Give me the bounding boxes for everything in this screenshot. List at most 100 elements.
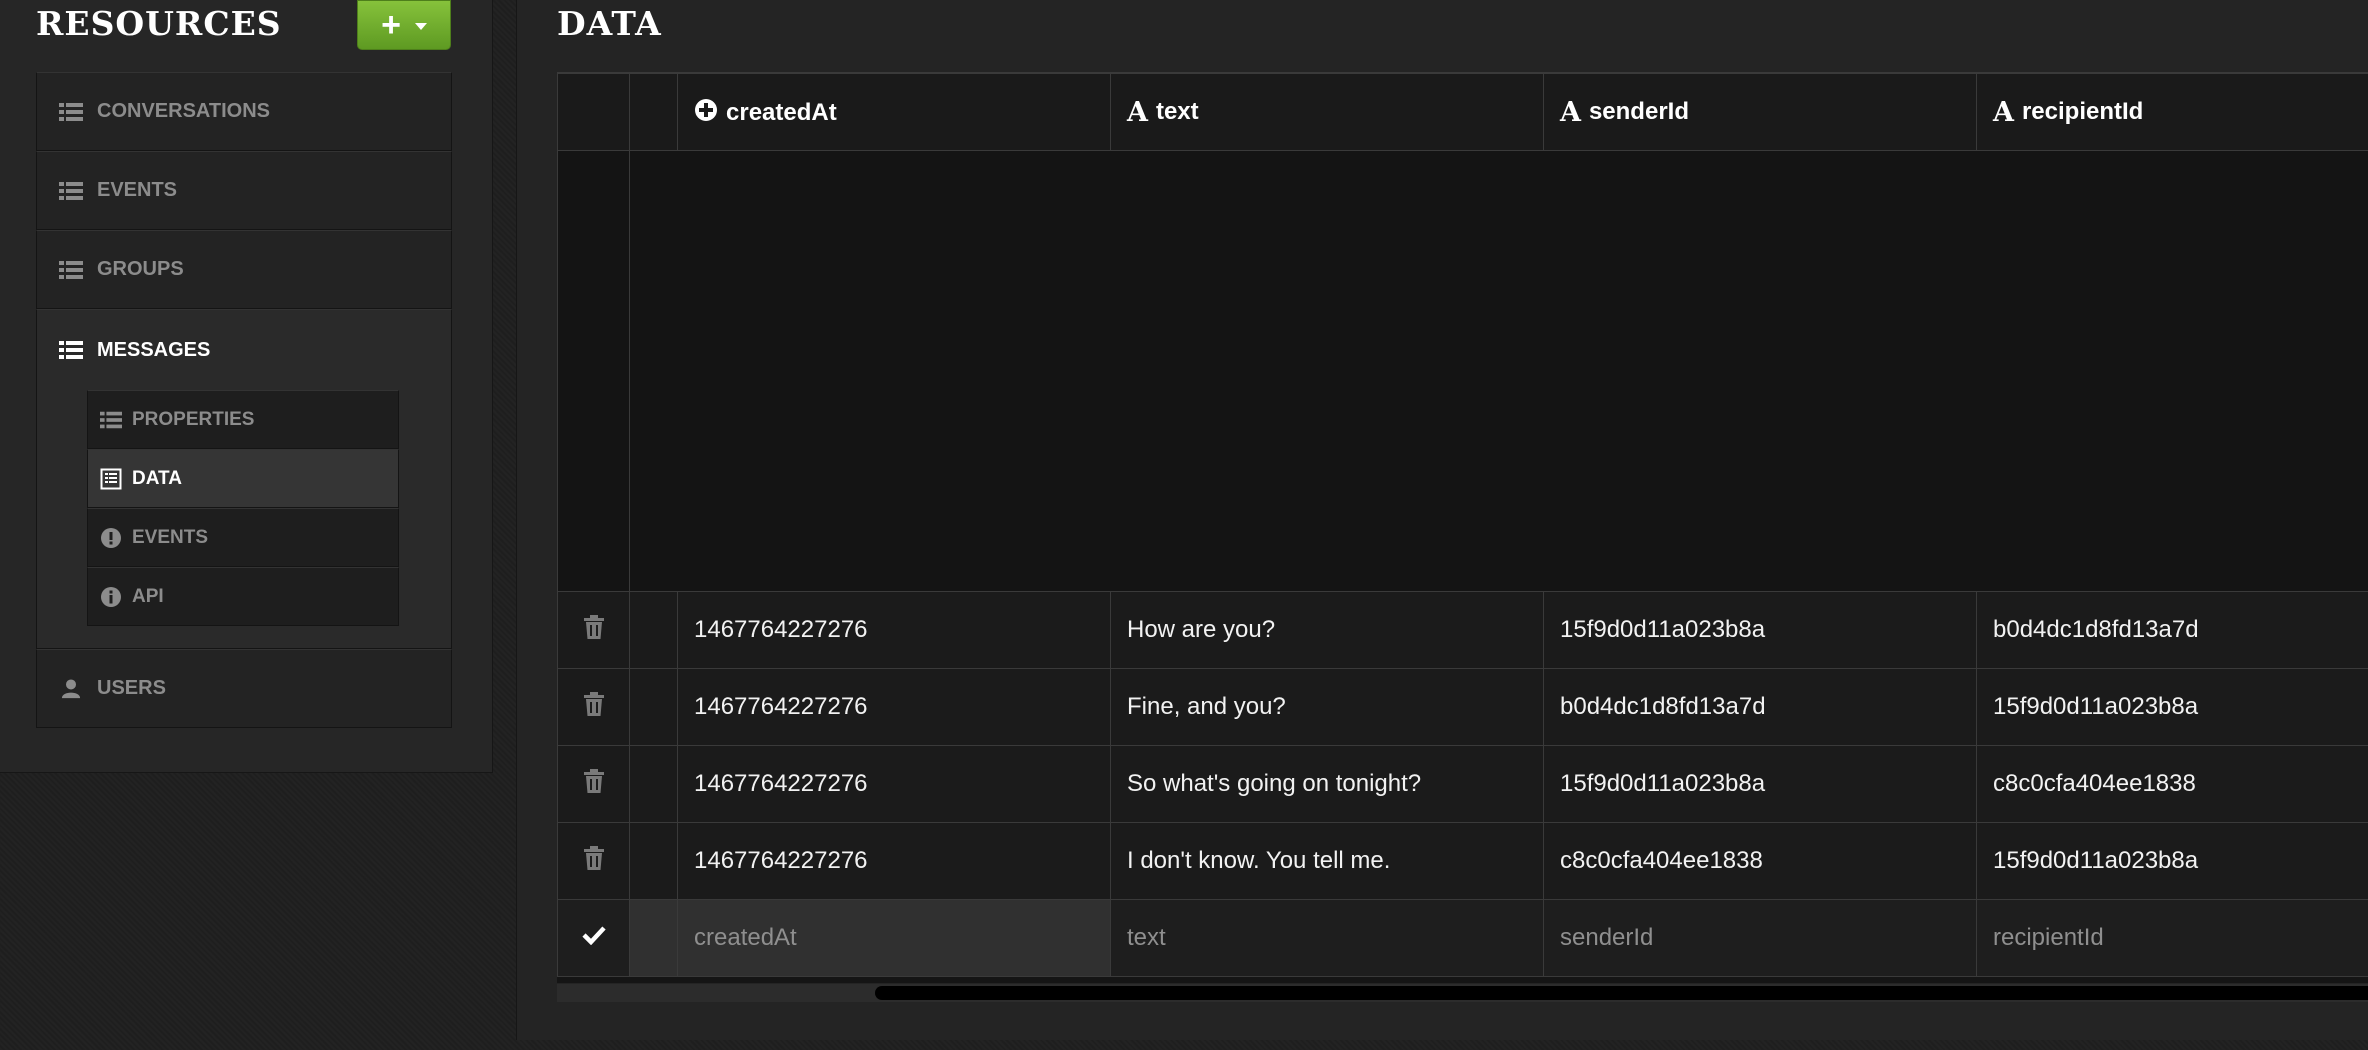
column-header-senderid[interactable]: AsenderId	[1543, 73, 1977, 151]
cell-createdat[interactable]: 1467764227276	[677, 591, 1111, 669]
column-label: text	[1155, 97, 1199, 125]
cell-recipientid[interactable]: b0d4dc1d8fd13a7d	[1976, 591, 2368, 669]
submenu-item-api[interactable]: API	[87, 567, 399, 626]
list-icon	[100, 411, 122, 428]
row-spacer	[629, 899, 678, 977]
column-header-text[interactable]: Atext	[1110, 73, 1544, 151]
table-row[interactable]: 1467764227276 How are you? 15f9d0d11a023…	[557, 591, 2368, 669]
submenu-item-data[interactable]: DATA	[87, 449, 399, 508]
cell-senderid[interactable]: c8c0cfa404ee1838	[1543, 822, 1977, 900]
empty-cell	[557, 150, 630, 592]
cell-text[interactable]: So what's going on tonight?	[1110, 745, 1544, 823]
resource-list: CONVERSATIONS EVENTS GROUPS MESSAGES PRO…	[36, 72, 452, 728]
resource-messages-header[interactable]: MESSAGES	[37, 310, 451, 390]
table-row[interactable]: 1467764227276 I don't know. You tell me.…	[557, 822, 2368, 900]
column-label: createdAt	[726, 98, 837, 126]
row-spacer	[629, 745, 678, 823]
checkmark-icon	[581, 926, 606, 946]
messages-submenu: PROPERTIES DATA EVENTS API	[87, 390, 399, 626]
list-icon	[59, 102, 83, 121]
column-header-createdat[interactable]: createdAt	[677, 73, 1111, 151]
cell-text[interactable]: Fine, and you?	[1110, 668, 1544, 746]
plus-circle-icon	[695, 98, 717, 121]
main-panel: DATA createdAt Atext AsenderId Arecipien	[516, 0, 2368, 1040]
cell-senderid[interactable]: 15f9d0d11a023b8a	[1543, 745, 1977, 823]
row-spacer	[629, 822, 678, 900]
user-icon	[61, 678, 81, 698]
row-spacer	[629, 591, 678, 669]
row-spacer	[629, 668, 678, 746]
table-row[interactable]: 1467764227276 Fine, and you? b0d4dc1d8fd…	[557, 668, 2368, 746]
resource-label: EVENTS	[97, 179, 178, 201]
resource-item-users[interactable]: USERS	[36, 649, 452, 728]
submenu-item-events[interactable]: EVENTS	[87, 508, 399, 567]
resource-item-events[interactable]: EVENTS	[36, 151, 452, 230]
info-circle-icon	[101, 586, 121, 607]
new-text-input[interactable]: text	[1110, 899, 1544, 977]
scrollbar-thumb[interactable]	[875, 986, 2368, 1000]
cell-createdat[interactable]: 1467764227276	[677, 668, 1111, 746]
delete-row-button[interactable]	[557, 745, 630, 823]
data-table: createdAt Atext AsenderId ArecipientId 1…	[557, 73, 2368, 977]
add-resource-button[interactable]: +	[357, 0, 451, 50]
trash-icon	[583, 768, 604, 793]
text-type-icon: A	[1993, 96, 2014, 128]
cell-createdat[interactable]: 1467764227276	[677, 745, 1111, 823]
resource-label: GROUPS	[97, 258, 184, 280]
resource-item-conversations[interactable]: CONVERSATIONS	[36, 72, 452, 151]
new-row: createdAt text senderId recipientId	[557, 899, 2368, 977]
text-type-icon: A	[1560, 96, 1581, 128]
cell-senderid[interactable]: 15f9d0d11a023b8a	[1543, 591, 1977, 669]
trash-icon	[583, 614, 604, 639]
cell-recipientid[interactable]: 15f9d0d11a023b8a	[1976, 822, 2368, 900]
new-recipientid-input[interactable]: recipientId	[1976, 899, 2368, 977]
cell-text[interactable]: I don't know. You tell me.	[1110, 822, 1544, 900]
cell-recipientid[interactable]: c8c0cfa404ee1838	[1976, 745, 2368, 823]
exclamation-circle-icon	[101, 527, 121, 548]
trash-icon	[583, 691, 604, 716]
save-row-button[interactable]	[557, 899, 630, 977]
cell-recipientid[interactable]: 15f9d0d11a023b8a	[1976, 668, 2368, 746]
caret-down-icon	[414, 22, 427, 30]
submenu-label: EVENTS	[132, 526, 209, 548]
page-title: DATA	[557, 4, 662, 43]
column-label: recipientId	[2021, 97, 2144, 125]
horizontal-scrollbar[interactable]	[557, 984, 2368, 1002]
table-row[interactable]: 1467764227276 So what's going on tonight…	[557, 745, 2368, 823]
cell-createdat[interactable]: 1467764227276	[677, 822, 1111, 900]
resource-label: CONVERSATIONS	[97, 100, 270, 122]
delete-row-button[interactable]	[557, 668, 630, 746]
list-icon	[59, 341, 83, 359]
submenu-item-properties[interactable]: PROPERTIES	[87, 390, 399, 449]
list-icon	[59, 181, 83, 200]
cell-text[interactable]: How are you?	[1110, 591, 1544, 669]
submenu-label: DATA	[132, 467, 182, 489]
submenu-label: API	[132, 585, 164, 607]
plus-icon: +	[381, 6, 401, 44]
submenu-label: PROPERTIES	[132, 408, 255, 430]
empty-cell	[629, 150, 2368, 592]
text-type-icon: A	[1127, 96, 1148, 128]
resources-title: RESOURCES	[36, 4, 282, 43]
header-actions	[557, 73, 630, 151]
data-grid: createdAt Atext AsenderId ArecipientId 1…	[557, 72, 2368, 983]
empty-area-row	[557, 150, 2368, 592]
new-createdat-input[interactable]: createdAt	[677, 899, 1111, 977]
delete-row-button[interactable]	[557, 591, 630, 669]
column-header-recipientid[interactable]: ArecipientId	[1976, 73, 2368, 151]
list-icon	[59, 260, 83, 279]
new-senderid-input[interactable]: senderId	[1543, 899, 1977, 977]
resource-item-groups[interactable]: GROUPS	[36, 230, 452, 309]
table-icon	[100, 468, 122, 489]
table-header-row: createdAt Atext AsenderId ArecipientId	[557, 73, 2368, 151]
delete-row-button[interactable]	[557, 822, 630, 900]
resources-sidebar: RESOURCES + CONVERSATIONS EVENTS GROUPS …	[0, 0, 493, 773]
resource-label: USERS	[97, 677, 166, 699]
sidebar-header: RESOURCES +	[0, 0, 492, 70]
trash-icon	[583, 845, 604, 870]
header-spacer	[629, 73, 678, 151]
resource-item-messages: MESSAGES PROPERTIES DATA EVENTS API	[36, 309, 452, 649]
resource-label: MESSAGES	[97, 338, 211, 361]
column-label: senderId	[1588, 97, 1689, 125]
cell-senderid[interactable]: b0d4dc1d8fd13a7d	[1543, 668, 1977, 746]
